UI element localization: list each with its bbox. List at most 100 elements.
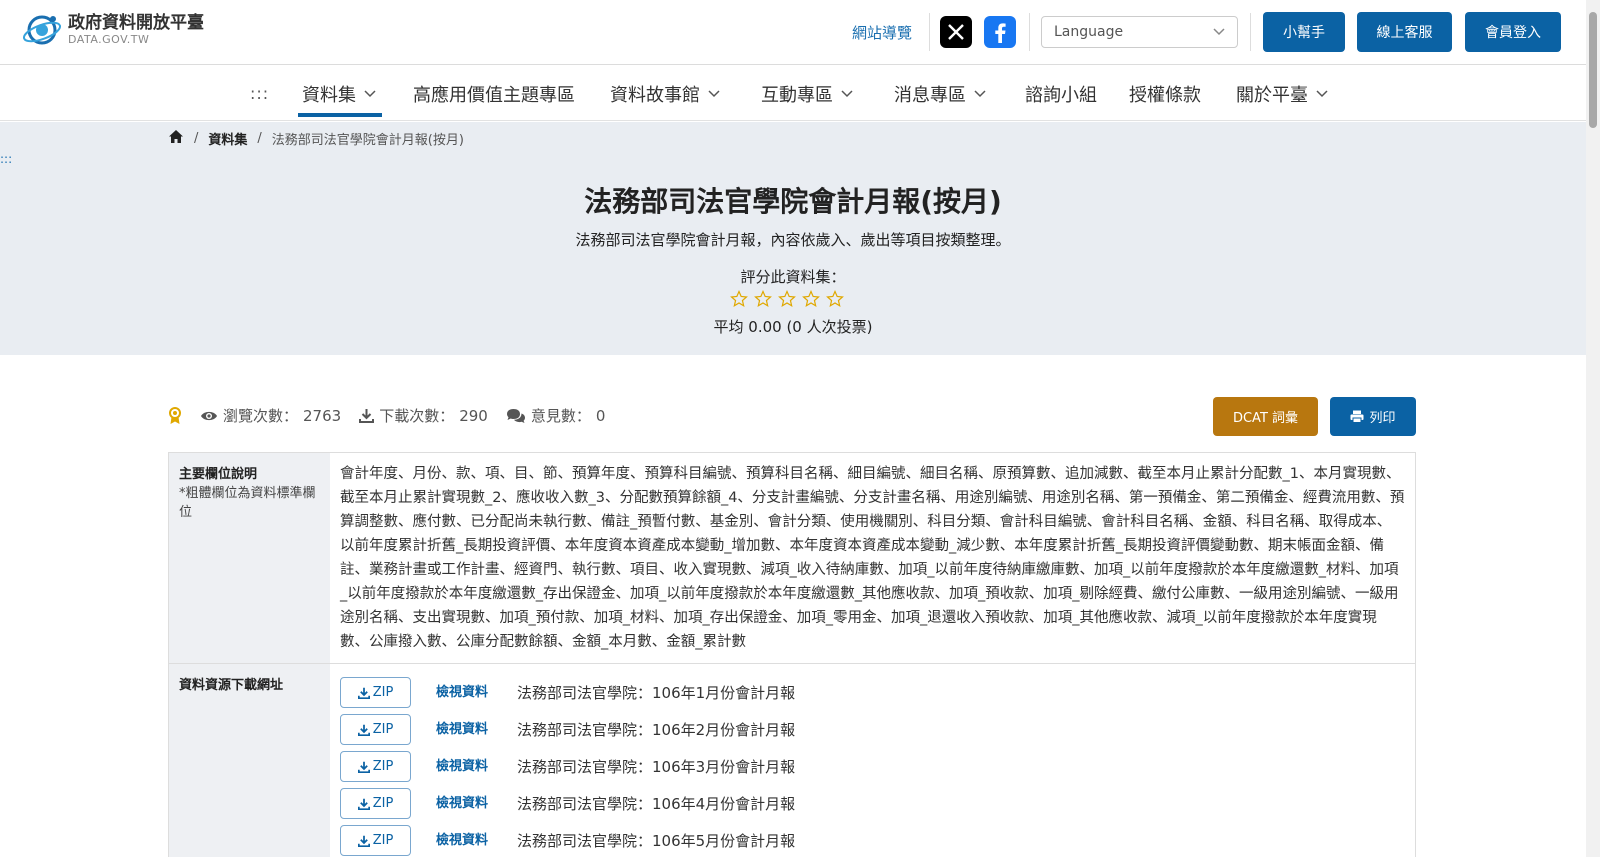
chevron-down-icon: [1213, 28, 1225, 36]
nav-item-about[interactable]: 關於平臺: [1236, 81, 1328, 107]
award-badge: [168, 406, 182, 425]
x-twitter-icon[interactable]: [940, 16, 972, 48]
zip-label: ZIP: [372, 684, 394, 700]
views-count: 2763: [303, 406, 342, 425]
language-select[interactable]: Language: [1041, 16, 1238, 48]
nav-item-stories[interactable]: 資料故事館: [610, 81, 720, 107]
divider: [1250, 13, 1251, 51]
zip-label: ZIP: [372, 721, 394, 737]
print-button[interactable]: 列印: [1330, 397, 1416, 436]
zip-download-button[interactable]: ZIP: [340, 677, 411, 708]
view-data-link[interactable]: 檢視資料: [436, 829, 517, 853]
view-data-link[interactable]: 檢視資料: [436, 755, 517, 779]
nav-item-datasets[interactable]: 資料集: [302, 81, 376, 107]
zip-label: ZIP: [372, 758, 394, 774]
zip-download-button[interactable]: ZIP: [340, 751, 411, 782]
page-scrollbar[interactable]: [1586, 0, 1600, 857]
zip-label: ZIP: [372, 795, 394, 811]
logo-title: 政府資料開放平臺: [68, 12, 204, 33]
fields-note: *粗體欄位為資料標準欄位: [179, 486, 316, 520]
fields-list: 會計年度、月份、款、項、目、節、預算年度、預算科目編號、預算科目名稱、細目編號、…: [340, 466, 1405, 650]
site-header: 政府資料開放平臺 DATA.GOV.TW 網站導覽 Language 小幫手 線…: [0, 0, 1586, 65]
comments-count: 0: [595, 406, 606, 425]
facebook-icon[interactable]: [984, 16, 1016, 48]
resource-name: 法務部司法官學院：106年3月份會計月報: [517, 757, 796, 776]
nav-item-label: 關於平臺: [1236, 85, 1308, 106]
downloads-stat: 下載次數： 290: [359, 405, 488, 426]
fields-header-cell: 主要欄位說明 *粗體欄位為資料標準欄位: [169, 453, 330, 663]
nav-item-label: 授權條款: [1129, 85, 1201, 106]
comments-stat: 意見數： 0: [506, 405, 606, 426]
accesskey-dots[interactable]: :::: [0, 152, 12, 166]
scrollbar-thumb[interactable]: [1589, 12, 1597, 128]
download-icon: [357, 835, 370, 847]
online-service-button[interactable]: 線上客服: [1357, 12, 1452, 52]
nav-item-news[interactable]: 消息專區: [894, 81, 986, 107]
chevron-down-icon: [841, 90, 853, 98]
resource-item: ZIP 檢視資料 法務部司法官學院：106年5月份會計月報: [340, 822, 1405, 857]
printer-icon: [1350, 410, 1364, 423]
view-data-link[interactable]: 檢視資料: [436, 681, 517, 705]
nav-item-label: 互動專區: [761, 85, 833, 106]
logo-subtitle: DATA.GOV.TW: [68, 33, 150, 47]
resource-item: ZIP 檢視資料 法務部司法官學院：106年1月份會計月報: [340, 674, 1405, 711]
print-label: 列印: [1369, 411, 1396, 426]
fields-row: 主要欄位說明 *粗體欄位為資料標準欄位 會計年度、月份、款、項、目、節、預算年度…: [169, 453, 1415, 664]
nav-item-interactive[interactable]: 互動專區: [761, 81, 853, 107]
views-label: 瀏覽次數：: [223, 407, 299, 425]
nav-item-label: 資料故事館: [610, 85, 700, 106]
divider: [1029, 13, 1030, 51]
breadcrumb-current: 法務部司法官學院會計月報(按月): [271, 133, 464, 148]
comments-label: 意見數：: [530, 407, 591, 425]
zip-download-button[interactable]: ZIP: [340, 788, 411, 819]
zip-download-button[interactable]: ZIP: [340, 714, 411, 745]
home-icon[interactable]: [168, 129, 184, 148]
resource-name: 法務部司法官學院：106年2月份會計月報: [517, 720, 796, 739]
sitemap-link[interactable]: 網站導覽: [852, 22, 912, 43]
site-logo[interactable]: 政府資料開放平臺 DATA.GOV.TW: [22, 10, 204, 50]
comments-icon: [506, 408, 525, 423]
dataset-detail-table: 主要欄位說明 *粗體欄位為資料標準欄位 會計年度、月份、款、項、目、節、預算年度…: [168, 452, 1416, 857]
nav-item-advisory[interactable]: 諮詢小組: [1025, 81, 1097, 107]
resource-name: 法務部司法官學院：106年4月份會計月報: [517, 794, 796, 813]
nav-item-high-value[interactable]: 高應用價值主題專區: [413, 81, 575, 107]
active-nav-indicator: [298, 113, 382, 117]
view-data-link[interactable]: 檢視資料: [436, 792, 517, 816]
star-icon[interactable]: [826, 290, 844, 308]
rating-average: 平均 0.00 (0 人次投票): [713, 318, 873, 336]
star-icon[interactable]: [802, 290, 820, 308]
download-icon: [357, 687, 370, 699]
dcat-button[interactable]: DCAT 詞彙: [1213, 397, 1318, 436]
divider: [929, 13, 930, 51]
download-icon: [357, 761, 370, 773]
downloads-count: 290: [459, 406, 488, 425]
nav-item-label: 高應用價值主題專區: [413, 85, 575, 106]
breadcrumb-datasets[interactable]: 資料集: [208, 129, 247, 148]
resource-item: ZIP 檢視資料 法務部司法官學院：106年3月份會計月報: [340, 748, 1405, 785]
zip-download-button[interactable]: ZIP: [340, 825, 411, 856]
dataset-stats: 瀏覽次數： 2763 下載次數： 290 意見數： 0: [168, 405, 623, 426]
login-button[interactable]: 會員登入: [1465, 12, 1561, 52]
dataset-description: 法務部司法官學院會計月報，內容依歲入、歲出等項目按類整理。: [575, 231, 1011, 249]
resource-item: ZIP 檢視資料 法務部司法官學院：106年4月份會計月報: [340, 785, 1405, 822]
star-icon[interactable]: [778, 290, 796, 308]
resources-row: 資料資源下載網址 ZIP 檢視資料 法務部司法官學院：106年1月份會計月報 Z…: [169, 664, 1415, 857]
breadcrumb-separator: /: [194, 131, 199, 146]
star-icon[interactable]: [730, 290, 748, 308]
resources-list: ZIP 檢視資料 法務部司法官學院：106年1月份會計月報 ZIP 檢視資料 法…: [330, 664, 1415, 857]
resources-header: 資料資源下載網址: [179, 678, 284, 693]
view-data-link[interactable]: 檢視資料: [436, 718, 517, 742]
downloads-label: 下載次數：: [379, 407, 455, 425]
nav-item-license[interactable]: 授權條款: [1129, 81, 1201, 107]
resource-item: ZIP 檢視資料 法務部司法官學院：106年2月份會計月報: [340, 711, 1405, 748]
star-icon[interactable]: [754, 290, 772, 308]
main-nav: ::: 資料集 高應用價值主題專區 資料故事館 互動專區 消息專區 諮詢小組 授…: [0, 66, 1586, 121]
accesskey-dots[interactable]: :::: [250, 84, 269, 103]
helper-button[interactable]: 小幫手: [1263, 12, 1345, 52]
chevron-down-icon: [364, 90, 376, 98]
fields-header: 主要欄位說明: [179, 467, 258, 482]
breadcrumb: / 資料集 / 法務部司法官學院會計月報(按月): [168, 129, 464, 148]
rating-stars[interactable]: [730, 290, 844, 308]
logo-icon: [22, 15, 62, 45]
resource-name: 法務部司法官學院：106年5月份會計月報: [517, 831, 796, 850]
